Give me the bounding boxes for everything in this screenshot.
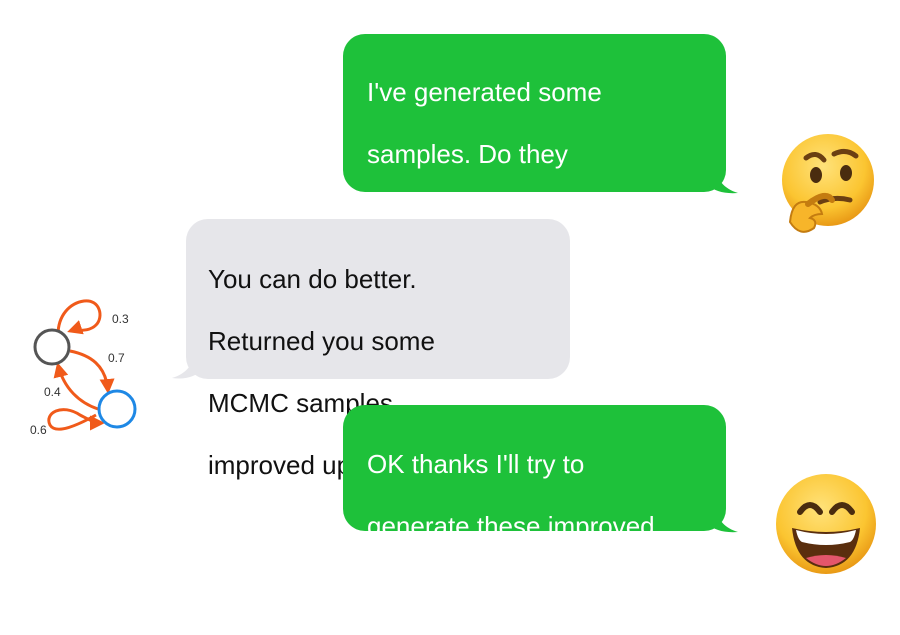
message-3-line-3: samples next time. xyxy=(367,573,584,603)
grinning-face-icon xyxy=(776,474,876,574)
message-3-line-1: OK thanks I'll try to xyxy=(367,449,585,479)
message-1-line-1: I've generated some xyxy=(367,77,602,107)
markov-state-2 xyxy=(97,389,137,429)
message-bubble-1-tail xyxy=(708,165,738,194)
markov-chain-diagram: 0.3 0.7 0.4 0.6 xyxy=(30,299,137,437)
message-bubble-2: You can do better. Returned you some MCM… xyxy=(186,219,570,480)
message-3-line-2: generate these improved xyxy=(367,511,655,541)
edge-label-state-2-to-state-1: 0.4 xyxy=(44,385,61,399)
edge-state-1-to-state-2 xyxy=(69,349,115,394)
edge-label-self-loop-state-1: 0.3 xyxy=(112,312,129,326)
message-bubble-3: OK thanks I'll try to generate these imp… xyxy=(343,405,726,603)
edge-self-loop-state-1 xyxy=(56,299,102,336)
thinking-face-icon xyxy=(782,134,874,233)
edge-self-loop-state-2 xyxy=(47,408,105,431)
message-2-line-1: You can do better. xyxy=(208,264,417,294)
markov-state-1 xyxy=(33,328,71,366)
edge-state-2-to-state-1 xyxy=(53,362,99,411)
message-bubble-3-tail xyxy=(708,504,738,533)
message-bubble-1: I've generated some samples. Do they app… xyxy=(343,34,726,293)
message-bubble-2-tail xyxy=(172,350,202,379)
message-2-line-2: Returned you some xyxy=(208,326,435,356)
edge-label-self-loop-state-2: 0.6 xyxy=(30,423,47,437)
edge-label-state-1-to-state-2: 0.7 xyxy=(108,351,125,365)
message-1-line-2: samples. Do they xyxy=(367,139,568,169)
